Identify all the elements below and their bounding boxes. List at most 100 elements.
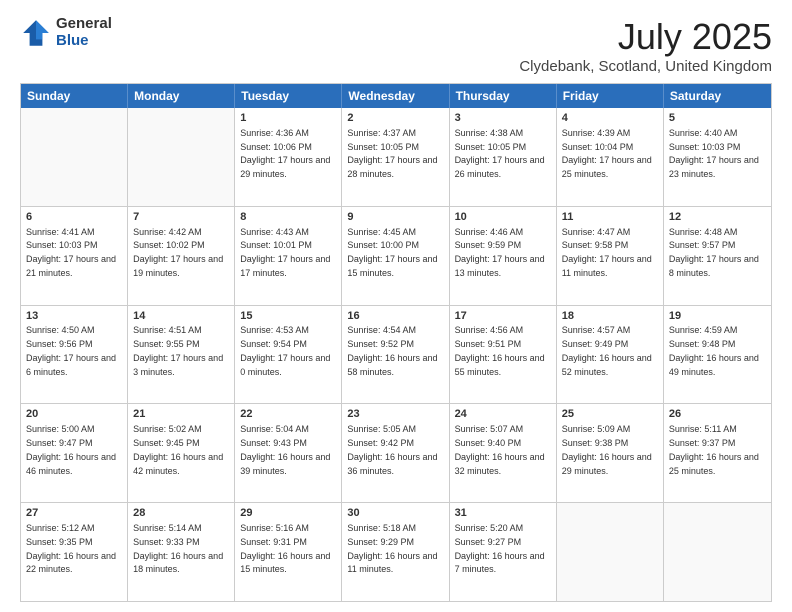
main-title: July 2025 (519, 16, 772, 58)
cal-header-wednesday: Wednesday (342, 84, 449, 108)
cal-cell: 13Sunrise: 4:50 AMSunset: 9:56 PMDayligh… (21, 306, 128, 404)
cal-cell: 15Sunrise: 4:53 AMSunset: 9:54 PMDayligh… (235, 306, 342, 404)
cal-cell: 28 Sunrise: 5:14 AMSunset: 9:33 PMDayligh… (128, 503, 235, 601)
cal-cell: 23Sunrise: 5:05 AMSunset: 9:42 PMDayligh… (342, 404, 449, 502)
cal-cell: 6 Sunrise: 4:41 AMSunset: 10:03 PMDayligh… (21, 207, 128, 305)
logo-blue-text: Blue (56, 33, 112, 50)
cell-info: Sunrise: 4:40 AMSunset: 10:03 PMDaylight… (669, 128, 759, 179)
day-number: 3 (455, 111, 551, 126)
cell-info: Sunrise: 5:11 AMSunset: 9:37 PMDaylight:… (669, 424, 759, 475)
day-number: 19 (669, 309, 766, 324)
cell-info: Sunrise: 4:47 AMSunset: 9:58 PMDaylight:… (562, 227, 652, 278)
cell-info: Sunrise: 5:07 AMSunset: 9:40 PMDaylight:… (455, 424, 545, 475)
cal-cell: 25 Sunrise: 5:09 AMSunset: 9:38 PMDayligh… (557, 404, 664, 502)
day-number: 31 (455, 506, 551, 521)
cal-row-3: 13Sunrise: 4:50 AMSunset: 9:56 PMDayligh… (21, 305, 771, 404)
cell-info: Sunrise: 4:53 AMSunset: 9:54 PMDaylight:… (240, 325, 330, 376)
cal-cell: 27Sunrise: 5:12 AMSunset: 9:35 PMDayligh… (21, 503, 128, 601)
page: General Blue July 2025 Clydebank, Scotla… (0, 0, 792, 612)
cal-cell: 2Sunrise: 4:37 AMSunset: 10:05 PMDayligh… (342, 108, 449, 206)
day-number: 25 (562, 407, 658, 422)
cal-row-5: 27Sunrise: 5:12 AMSunset: 9:35 PMDayligh… (21, 502, 771, 601)
title-block: July 2025 Clydebank, Scotland, United Ki… (519, 16, 772, 75)
cell-info: Sunrise: 4:39 AMSunset: 10:04 PMDaylight… (562, 128, 652, 179)
cell-info: Sunrise: 4:59 AMSunset: 9:48 PMDaylight:… (669, 325, 759, 376)
cell-info: Sunrise: 4:45 AMSunset: 10:00 PMDaylight… (347, 227, 437, 278)
day-number: 23 (347, 407, 443, 422)
cal-header-tuesday: Tuesday (235, 84, 342, 108)
day-number: 16 (347, 309, 443, 324)
day-number: 8 (240, 210, 336, 225)
cell-info: Sunrise: 5:14 AMSunset: 9:33 PMDaylight:… (133, 523, 223, 574)
day-number: 20 (26, 407, 122, 422)
cal-header-friday: Friday (557, 84, 664, 108)
cal-cell: 26 Sunrise: 5:11 AMSunset: 9:37 PMDayligh… (664, 404, 771, 502)
cell-info: Sunrise: 4:42 AMSunset: 10:02 PMDaylight… (133, 227, 223, 278)
cell-info: Sunrise: 5:16 AMSunset: 9:31 PMDaylight:… (240, 523, 330, 574)
cal-cell: 24 Sunrise: 5:07 AMSunset: 9:40 PMDayligh… (450, 404, 557, 502)
cal-cell: 19Sunrise: 4:59 AMSunset: 9:48 PMDayligh… (664, 306, 771, 404)
cell-info: Sunrise: 4:41 AMSunset: 10:03 PMDaylight… (26, 227, 116, 278)
cell-info: Sunrise: 4:57 AMSunset: 9:49 PMDaylight:… (562, 325, 652, 376)
cal-cell (21, 108, 128, 206)
day-number: 17 (455, 309, 551, 324)
day-number: 6 (26, 210, 122, 225)
day-number: 10 (455, 210, 551, 225)
cell-info: Sunrise: 4:51 AMSunset: 9:55 PMDaylight:… (133, 325, 223, 376)
cal-cell: 16Sunrise: 4:54 AMSunset: 9:52 PMDayligh… (342, 306, 449, 404)
cal-cell: 7 Sunrise: 4:42 AMSunset: 10:02 PMDayligh… (128, 207, 235, 305)
day-number: 14 (133, 309, 229, 324)
calendar-body: 1Sunrise: 4:36 AMSunset: 10:06 PMDayligh… (21, 108, 771, 601)
cal-cell: 12 Sunrise: 4:48 AMSunset: 9:57 PMDayligh… (664, 207, 771, 305)
cal-cell: 29 Sunrise: 5:16 AMSunset: 9:31 PMDayligh… (235, 503, 342, 601)
cell-info: Sunrise: 4:36 AMSunset: 10:06 PMDaylight… (240, 128, 330, 179)
cal-cell: 4 Sunrise: 4:39 AMSunset: 10:04 PMDayligh… (557, 108, 664, 206)
cell-info: Sunrise: 4:50 AMSunset: 9:56 PMDaylight:… (26, 325, 116, 376)
logo-text: General Blue (56, 16, 112, 49)
day-number: 5 (669, 111, 766, 126)
cal-row-4: 20 Sunrise: 5:00 AMSunset: 9:47 PMDayligh… (21, 403, 771, 502)
cell-info: Sunrise: 5:00 AMSunset: 9:47 PMDaylight:… (26, 424, 116, 475)
logo-icon (20, 17, 52, 49)
cal-row-2: 6 Sunrise: 4:41 AMSunset: 10:03 PMDayligh… (21, 206, 771, 305)
cal-cell: 18Sunrise: 4:57 AMSunset: 9:49 PMDayligh… (557, 306, 664, 404)
cell-info: Sunrise: 5:20 AMSunset: 9:27 PMDaylight:… (455, 523, 545, 574)
day-number: 24 (455, 407, 551, 422)
cal-header-sunday: Sunday (21, 84, 128, 108)
cal-cell: 20 Sunrise: 5:00 AMSunset: 9:47 PMDayligh… (21, 404, 128, 502)
day-number: 29 (240, 506, 336, 521)
day-number: 15 (240, 309, 336, 324)
day-number: 18 (562, 309, 658, 324)
header: General Blue July 2025 Clydebank, Scotla… (20, 16, 772, 75)
day-number: 4 (562, 111, 658, 126)
day-number: 26 (669, 407, 766, 422)
cell-info: Sunrise: 5:04 AMSunset: 9:43 PMDaylight:… (240, 424, 330, 475)
day-number: 21 (133, 407, 229, 422)
day-number: 7 (133, 210, 229, 225)
cell-info: Sunrise: 4:56 AMSunset: 9:51 PMDaylight:… (455, 325, 545, 376)
cal-cell: 22Sunrise: 5:04 AMSunset: 9:43 PMDayligh… (235, 404, 342, 502)
cal-cell: 3Sunrise: 4:38 AMSunset: 10:05 PMDayligh… (450, 108, 557, 206)
cal-cell (557, 503, 664, 601)
cal-cell (128, 108, 235, 206)
cal-row-1: 1Sunrise: 4:36 AMSunset: 10:06 PMDayligh… (21, 108, 771, 206)
cell-info: Sunrise: 5:12 AMSunset: 9:35 PMDaylight:… (26, 523, 116, 574)
cal-cell: 9Sunrise: 4:45 AMSunset: 10:00 PMDayligh… (342, 207, 449, 305)
cal-cell (664, 503, 771, 601)
day-number: 30 (347, 506, 443, 521)
day-number: 28 (133, 506, 229, 521)
cal-cell: 1Sunrise: 4:36 AMSunset: 10:06 PMDayligh… (235, 108, 342, 206)
cell-info: Sunrise: 4:43 AMSunset: 10:01 PMDaylight… (240, 227, 330, 278)
cell-info: Sunrise: 4:48 AMSunset: 9:57 PMDaylight:… (669, 227, 759, 278)
calendar-header-row: SundayMondayTuesdayWednesdayThursdayFrid… (21, 84, 771, 108)
cal-header-thursday: Thursday (450, 84, 557, 108)
cell-info: Sunrise: 5:18 AMSunset: 9:29 PMDaylight:… (347, 523, 437, 574)
day-number: 12 (669, 210, 766, 225)
cal-cell: 10Sunrise: 4:46 AMSunset: 9:59 PMDayligh… (450, 207, 557, 305)
logo: General Blue (20, 16, 112, 49)
subtitle: Clydebank, Scotland, United Kingdom (519, 58, 772, 75)
cell-info: Sunrise: 4:54 AMSunset: 9:52 PMDaylight:… (347, 325, 437, 376)
cal-cell: 14Sunrise: 4:51 AMSunset: 9:55 PMDayligh… (128, 306, 235, 404)
cal-cell: 11Sunrise: 4:47 AMSunset: 9:58 PMDayligh… (557, 207, 664, 305)
cell-info: Sunrise: 5:09 AMSunset: 9:38 PMDaylight:… (562, 424, 652, 475)
